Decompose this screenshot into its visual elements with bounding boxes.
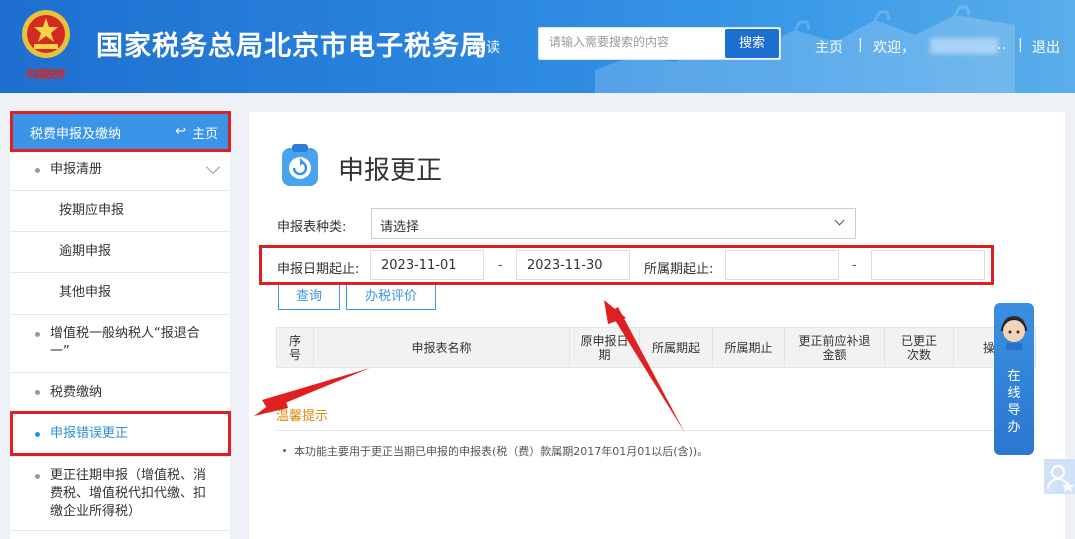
chevron-down-icon[interactable] bbox=[205, 159, 221, 175]
form-type-label: 申报表种类: bbox=[277, 220, 347, 235]
nav-separator: | bbox=[1018, 37, 1023, 53]
divider bbox=[276, 430, 1036, 431]
search-input[interactable] bbox=[549, 35, 719, 49]
sidebar-item-filing-list[interactable]: 申报清册 bbox=[10, 151, 230, 191]
agent-avatar-icon bbox=[1001, 316, 1027, 350]
site-title: 国家税务总局北京市电子税务局 bbox=[96, 31, 488, 62]
guide-label: 在线导办 bbox=[1007, 369, 1021, 435]
column-header: 所属期起 bbox=[640, 328, 713, 367]
sidebar-item-label: 增值税一般纳税人“报退合一” bbox=[50, 326, 200, 359]
sidebar-item-overdue-filing[interactable]: 逾期申报 bbox=[10, 232, 230, 273]
column-header: 序号 bbox=[277, 328, 314, 367]
column-header: 已更正次数 bbox=[885, 328, 954, 367]
evaluate-button[interactable]: 办税评价 bbox=[346, 283, 436, 310]
sidebar-item-vat-general[interactable]: 增值税一般纳税人“报退合一” bbox=[10, 315, 230, 373]
bullet-icon bbox=[283, 449, 286, 452]
bullet-icon bbox=[35, 390, 40, 395]
emblem-caption: 中国税务 bbox=[24, 68, 65, 81]
welcome-text: 欢迎， bbox=[873, 40, 915, 56]
nav-separator: | bbox=[858, 37, 863, 53]
sidebar-item-tax-payment[interactable]: 税费缴纳 bbox=[10, 373, 230, 413]
highlight-box bbox=[259, 245, 994, 285]
header-bar: 中国税务 国家税务总局北京市电子税务局 阅读 搜索 主页 | 欢迎， .. | … bbox=[0, 0, 1075, 93]
bullet-icon bbox=[35, 332, 40, 337]
column-header: 所属期止 bbox=[713, 328, 785, 367]
tip-text: 本功能主要用于更正当期已申报的申报表(税（费）款属期2017年01月01以后(含… bbox=[294, 445, 709, 458]
table-header: 序号 申报表名称 原申报日期 所属期起 所属期止 更正前应补退金额 已更正次数 … bbox=[276, 327, 1036, 368]
correction-icon bbox=[282, 144, 318, 186]
query-button[interactable]: 查询 bbox=[278, 283, 340, 310]
sidebar-item-label: 申报清册 bbox=[50, 162, 103, 177]
search-button[interactable]: 搜索 bbox=[725, 29, 779, 58]
column-header: 申报表名称 bbox=[314, 328, 570, 367]
sidebar-item-label: 按期应申报 bbox=[59, 203, 125, 218]
form-type-value: 请选择 bbox=[380, 220, 420, 235]
username-redacted bbox=[930, 38, 998, 54]
sidebar-item-other-filing[interactable]: 其他申报 bbox=[10, 273, 230, 315]
sidebar-item-past-correction[interactable]: 更正往期申报（增值税、消费税、增值税代扣代缴、扣缴企业所得税） bbox=[10, 457, 230, 531]
feedback-icon[interactable] bbox=[1044, 459, 1075, 494]
highlight-box bbox=[10, 411, 231, 456]
bullet-icon bbox=[35, 474, 40, 479]
online-guide-widget[interactable]: 在线导办 bbox=[994, 303, 1034, 455]
bullet-icon bbox=[35, 168, 40, 173]
main-panel: 申报更正 申报表种类: 请选择 申报日期起止: 2023-11-01 - 202… bbox=[249, 112, 1065, 539]
column-header: 更正前应补退金额 bbox=[785, 328, 885, 367]
sidebar-item-label: 其他申报 bbox=[59, 285, 112, 300]
tax-emblem-icon bbox=[22, 10, 70, 58]
sidebar-item-label: 税费缴纳 bbox=[50, 385, 103, 400]
read-link[interactable]: 阅读 bbox=[472, 37, 500, 57]
page-title: 申报更正 bbox=[338, 156, 443, 186]
sidebar-item-periodic-filing[interactable]: 按期应申报 bbox=[10, 191, 230, 232]
username-ellipsis: .. bbox=[997, 37, 1006, 53]
logout-link[interactable]: 退出 bbox=[1032, 37, 1060, 57]
sidebar: 税费申报及缴纳 ↩ 主页 申报清册 按期应申报 逾期申报 其他申报 增值税一般纳… bbox=[10, 112, 230, 539]
tip-title: 温馨提示 bbox=[276, 409, 329, 424]
highlight-box bbox=[10, 111, 231, 152]
sidebar-item-label: 更正往期申报（增值税、消费税、增值税代扣代缴、扣缴企业所得税） bbox=[50, 468, 207, 519]
search-box: 搜索 bbox=[538, 27, 781, 60]
nav-home-link[interactable]: 主页 bbox=[815, 37, 843, 57]
form-type-select[interactable]: 请选择 bbox=[371, 208, 856, 239]
user-star-icon bbox=[1047, 465, 1074, 492]
column-header: 原申报日期 bbox=[570, 328, 640, 367]
chevron-down-icon bbox=[834, 215, 845, 226]
sidebar-item-label: 逾期申报 bbox=[59, 244, 112, 259]
